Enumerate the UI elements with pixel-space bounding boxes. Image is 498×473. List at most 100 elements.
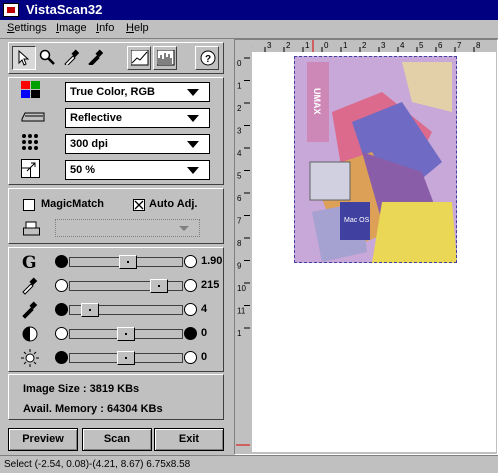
black-point-tool-button[interactable] [84,46,108,70]
ruler-label: 0 [324,41,329,50]
scale-select[interactable]: 50 % [65,160,210,180]
resolution-select[interactable]: 300 dpi [65,134,210,154]
slider-max-icon[interactable] [184,303,197,316]
preview-button[interactable]: Preview [8,428,78,451]
ruler-label: 3 [237,127,242,136]
slider-thumb[interactable] [149,279,168,293]
preview-canvas[interactable]: UMAX Mac OS [252,52,496,452]
menu-bar: Settings Image Info Help [0,20,498,39]
slider-min-icon[interactable] [55,255,68,268]
menu-image[interactable]: Image [56,22,87,34]
scan-source-value: Reflective [70,112,122,124]
app-icon[interactable] [3,3,19,17]
scan-settings-group: True Color, RGB Reflective 300 dpi 50 % [8,77,224,185]
magicmatch-label: MagicMatch [41,198,104,210]
scan-button[interactable]: Scan [82,428,152,451]
help-button[interactable]: ? [195,46,219,70]
color-mode-select[interactable]: True Color, RGB [65,82,210,102]
slider-min-icon[interactable] [55,351,68,364]
histogram-tool-button[interactable] [153,46,177,70]
ruler-label: 2 [286,41,291,50]
ruler-label: 0 [237,59,242,68]
ruler-label: 7 [237,217,242,226]
chevron-down-icon [187,89,199,96]
help-icon: ? [200,50,216,66]
ruler-label: 8 [237,239,242,248]
slider-min-icon[interactable] [55,303,68,316]
black-eyedropper-icon [22,301,38,319]
slider-max-icon[interactable] [184,255,197,268]
contrast-value: 0 [201,327,208,339]
slider-min-icon[interactable] [55,279,68,292]
ruler-label: 4 [252,41,253,50]
ruler-label: 4 [400,41,405,50]
chevron-down-icon [179,226,189,231]
brightness-value: 0 [201,351,208,363]
chevron-down-icon [187,167,199,174]
ruler-label: 9 [237,262,242,271]
chevron-down-icon [187,115,199,122]
ruler-label: 5 [419,41,424,50]
ruler-label: 4 [237,149,242,158]
ruler-label: 5 [237,172,242,181]
zoom-tool-button[interactable] [36,46,60,70]
settings-panel: ? True Color, RGB Reflective 300 dpi 50 … [0,39,234,455]
svg-text:?: ? [205,54,211,65]
contrast-slider[interactable] [55,327,197,341]
pointer-icon [18,50,30,66]
scan-source-select[interactable]: Reflective [65,108,210,128]
curve-tool-button[interactable] [127,46,151,70]
auto-adj-checkbox[interactable] [133,199,145,211]
zoom-icon [39,49,55,65]
resolution-value: 300 dpi [70,138,108,150]
toolbar: ? [8,42,224,74]
image-size-text: Image Size : 3819 KBs [23,383,140,395]
exit-button[interactable]: Exit [154,428,224,451]
menu-settings[interactable]: Settings [7,22,47,34]
slider-min-icon[interactable] [55,327,68,340]
ruler-label: 1 [237,82,242,91]
checkmark-icon [134,200,144,210]
scanner-icon [21,112,45,122]
magicmatch-checkbox[interactable] [23,199,35,211]
window-title: VistaScan32 [26,2,103,17]
slider-max-icon[interactable] [184,279,197,292]
brightness-slider[interactable] [55,351,197,365]
slider-max-icon[interactable] [184,327,197,340]
gamma-icon: G [22,253,37,273]
ruler-label: 3 [381,41,386,50]
output-device-select[interactable] [55,219,200,237]
ruler-label: 6 [438,41,443,50]
selection-marquee[interactable] [294,56,457,263]
available-memory-text: Avail. Memory : 64304 KBs [23,403,163,415]
gamma-slider[interactable] [55,255,197,269]
gamma-value: 1.90 [201,255,223,267]
slider-thumb[interactable] [118,255,137,269]
slider-thumb[interactable] [80,303,99,317]
info-group: Image Size : 3819 KBs Avail. Memory : 64… [8,374,224,420]
shadow-slider[interactable] [55,303,197,317]
menu-help[interactable]: Help [126,22,149,34]
slider-max-icon[interactable] [184,351,197,364]
color-mode-value: True Color, RGB [70,86,155,98]
slider-thumb[interactable] [117,327,135,341]
left-ruler: 0 1 2 3 4 5 6 7 8 9 10 11 1 [236,52,250,452]
ruler-label: 1 [237,329,242,338]
chevron-down-icon [187,141,199,148]
menu-info[interactable]: Info [96,22,114,34]
top-ruler: 4 3 2 1 0 1 2 3 4 5 6 7 8 [245,40,496,52]
slider-thumb[interactable] [117,351,135,365]
black-eyedropper-icon [88,49,103,65]
highlight-slider[interactable] [55,279,197,293]
ruler-label: 2 [237,104,242,113]
contrast-icon [22,326,38,342]
color-mode-icon [21,81,40,98]
resolution-icon [22,134,38,150]
white-point-tool-button[interactable] [60,46,84,70]
white-eyedropper-icon [64,49,79,65]
adjustments-group: G 1.90 215 4 0 0 [8,247,224,372]
brightness-icon [21,349,39,367]
exit-button-label: Exit [178,433,200,445]
pointer-tool-button[interactable] [12,46,36,70]
histogram-curve-icon [131,50,149,66]
